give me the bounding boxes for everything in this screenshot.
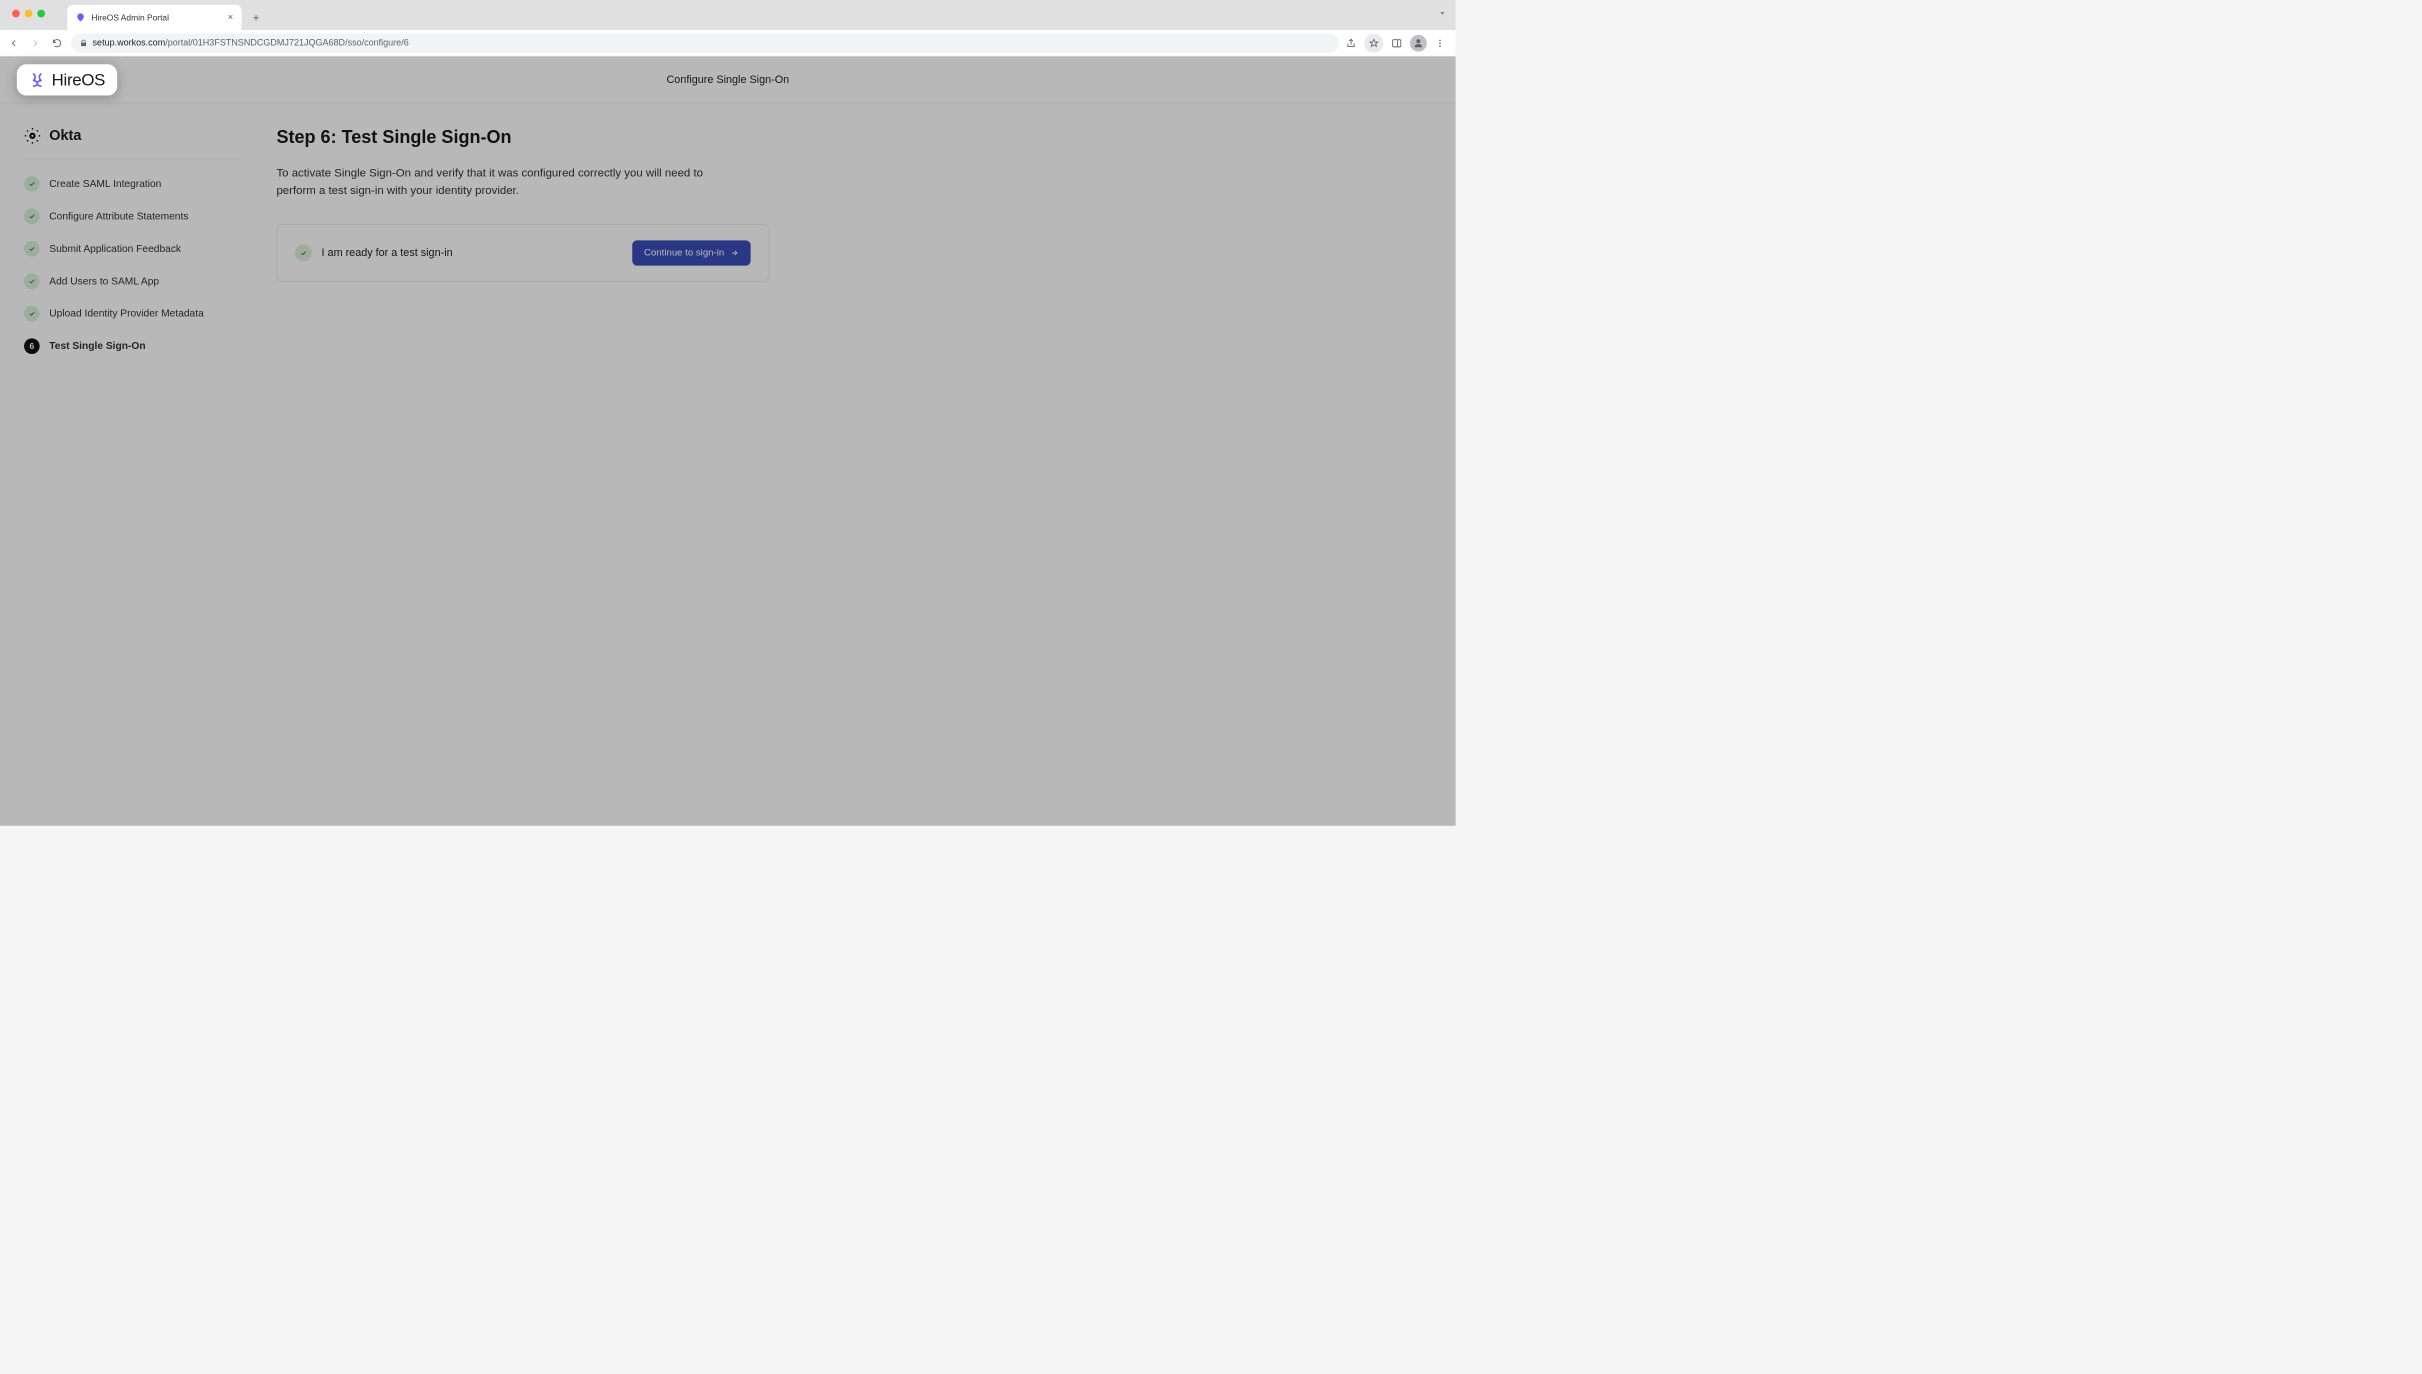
step-label: Configure Attribute Statements	[49, 210, 188, 222]
window-traffic-lights[interactable]	[12, 10, 45, 18]
step-add-users[interactable]: Add Users to SAML App	[24, 273, 240, 289]
step-create-saml[interactable]: Create SAML Integration	[24, 176, 240, 192]
close-window-button[interactable]	[12, 10, 20, 18]
check-icon	[24, 273, 40, 289]
step-label: Add Users to SAML App	[49, 275, 159, 287]
step-label: Submit Application Feedback	[49, 243, 181, 255]
step-test-sso[interactable]: 6 Test Single Sign-On	[24, 338, 240, 354]
bookmark-button[interactable]	[1364, 33, 1383, 52]
app-logo: HireOS	[17, 64, 117, 95]
check-icon	[295, 245, 312, 262]
url-domain: setup.workos.com	[93, 38, 166, 48]
page-title: Configure Single Sign-On	[666, 73, 789, 86]
main-description: To activate Single Sign-On and verify th…	[276, 165, 745, 200]
kebab-menu-icon[interactable]	[1434, 37, 1446, 49]
check-icon	[24, 306, 40, 322]
url-path: /portal/01H3FSTNSNDCGDMJ721JQGA68D/sso/c…	[165, 38, 408, 48]
tab-title: HireOS Admin Portal	[91, 13, 221, 23]
hireos-logo-icon	[29, 71, 46, 88]
browser-toolbar: setup.workos.com/portal/01H3FSTNSNDCGDMJ…	[0, 30, 1456, 56]
tab-overflow-button[interactable]	[1438, 8, 1448, 21]
continue-label: Continue to sign-in	[644, 248, 724, 259]
back-button[interactable]	[6, 35, 22, 51]
check-icon	[24, 209, 40, 225]
action-card: I am ready for a test sign-in Continue t…	[276, 224, 769, 282]
step-label: Create SAML Integration	[49, 178, 161, 190]
profile-avatar[interactable]	[1410, 35, 1427, 52]
lock-icon	[79, 39, 87, 47]
new-tab-button[interactable]: +	[248, 10, 265, 27]
tab-close-icon[interactable]: ×	[228, 12, 234, 23]
logo-text: HireOS	[52, 70, 105, 89]
steps-sidebar: Okta Create SAML Integration Configure A…	[24, 127, 240, 354]
address-bar[interactable]: setup.workos.com/portal/01H3FSTNSNDCGDMJ…	[71, 33, 1339, 52]
step-configure-attributes[interactable]: Configure Attribute Statements	[24, 209, 240, 225]
check-icon	[24, 176, 40, 192]
provider-header: Okta	[24, 127, 240, 159]
forward-button[interactable]	[28, 35, 44, 51]
maximize-window-button[interactable]	[37, 10, 45, 18]
tab-strip: HireOS Admin Portal × +	[0, 0, 1456, 30]
page-header: HireOS Configure Single Sign-On	[0, 56, 1456, 103]
arrow-right-icon	[730, 249, 738, 257]
check-icon	[24, 241, 40, 257]
step-label: Test Single Sign-On	[49, 340, 145, 352]
main-title: Step 6: Test Single Sign-On	[276, 127, 769, 147]
step-submit-feedback[interactable]: Submit Application Feedback	[24, 241, 240, 257]
browser-tab[interactable]: HireOS Admin Portal ×	[67, 5, 241, 30]
step-upload-metadata[interactable]: Upload Identity Provider Metadata	[24, 306, 240, 322]
step-list: Create SAML Integration Configure Attrib…	[24, 176, 240, 354]
share-icon[interactable]	[1345, 37, 1357, 49]
minimize-window-button[interactable]	[25, 10, 33, 18]
main-content: Step 6: Test Single Sign-On To activate …	[276, 127, 769, 354]
favicon-icon	[76, 13, 86, 23]
ready-text: I am ready for a test sign-in	[322, 247, 453, 260]
reload-button[interactable]	[49, 35, 65, 51]
continue-button[interactable]: Continue to sign-in	[632, 240, 751, 265]
step-number-badge: 6	[24, 338, 40, 354]
side-panel-icon[interactable]	[1391, 37, 1403, 49]
okta-logo-icon	[24, 127, 41, 144]
provider-name: Okta	[49, 127, 81, 144]
step-label: Upload Identity Provider Metadata	[49, 308, 203, 320]
